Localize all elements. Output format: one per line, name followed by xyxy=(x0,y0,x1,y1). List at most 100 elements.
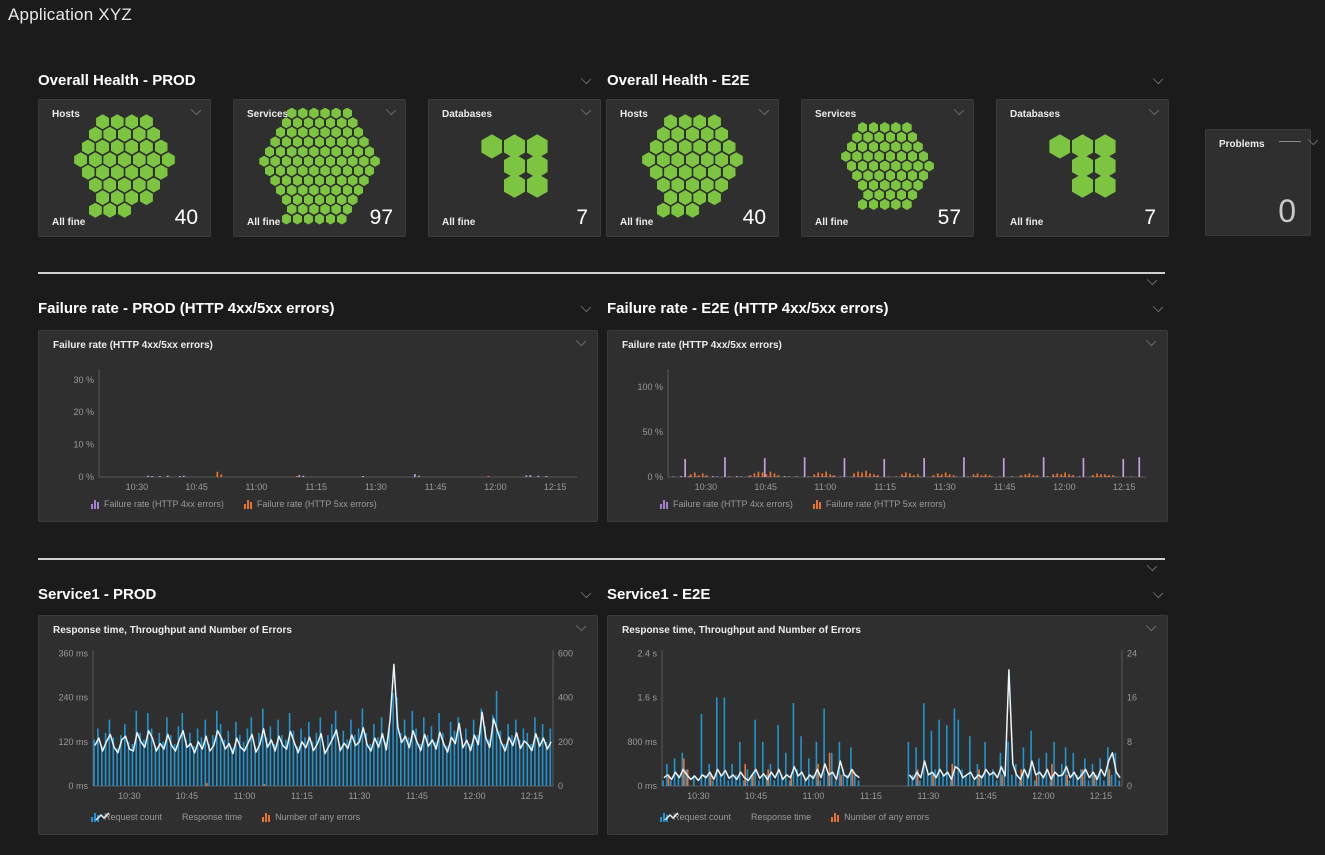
hexagon xyxy=(1095,174,1116,198)
chevron-down-icon[interactable] xyxy=(1153,588,1163,598)
hexagon xyxy=(880,180,890,191)
chart-tile-failure-e2e[interactable]: Failure rate (HTTP 4xx/5xx errors) 0 %50… xyxy=(607,330,1168,522)
chart-tile-service-prod[interactable]: Response time, Throughput and Number of … xyxy=(38,615,598,835)
svg-text:10:45: 10:45 xyxy=(176,791,199,801)
count-value: 7 xyxy=(576,207,588,228)
count-value: 40 xyxy=(175,207,198,228)
hexagon xyxy=(886,170,896,181)
legend-item[interactable]: Number of any errors xyxy=(262,812,360,822)
legend-item[interactable]: Failure rate (HTTP 5xx errors) xyxy=(244,499,377,509)
hexagon xyxy=(125,190,138,205)
hexagon xyxy=(908,189,918,200)
hexagon xyxy=(863,151,873,162)
hexagon xyxy=(686,178,699,193)
hexagon xyxy=(886,132,896,143)
section-title: Failure rate - PROD (HTTP 4xx/5xx errors… xyxy=(38,300,335,317)
hexagon xyxy=(908,132,918,143)
tile-services-prod[interactable]: Services All fine97 xyxy=(233,99,406,237)
tile-problems[interactable]: Problems 0 xyxy=(1205,129,1311,236)
hexagon xyxy=(276,127,286,138)
hexagon xyxy=(348,156,358,167)
svg-text:10:45: 10:45 xyxy=(754,482,777,492)
hexagon xyxy=(276,185,286,196)
chevron-down-icon[interactable] xyxy=(1307,135,1317,145)
legend-item[interactable]: Failure rate (HTTP 5xx errors) xyxy=(813,499,946,509)
hexagon xyxy=(504,174,525,198)
hexagon xyxy=(701,152,714,167)
chevron-down-icon[interactable] xyxy=(1153,302,1163,312)
svg-text:12:00: 12:00 xyxy=(1032,791,1055,801)
legend-item[interactable]: Failure rate (HTTP 4xx errors) xyxy=(91,499,224,509)
hexagon xyxy=(715,127,728,142)
chart-title: Failure rate (HTTP 4xx/5xx errors) xyxy=(622,340,782,351)
hexagon xyxy=(265,165,275,176)
legend-item[interactable]: Number of any errors xyxy=(831,812,929,822)
legend-item[interactable]: Failure rate (HTTP 4xx errors) xyxy=(660,499,793,509)
legend-label: Request count xyxy=(104,812,162,822)
hexagon xyxy=(847,141,857,152)
hexagon xyxy=(259,156,269,167)
tile-services-e2e[interactable]: Services All fine57 xyxy=(801,99,974,237)
chevron-down-icon[interactable] xyxy=(581,74,591,84)
svg-text:10:30: 10:30 xyxy=(118,791,141,801)
chevron-down-icon[interactable] xyxy=(581,302,591,312)
chevron-down-icon[interactable] xyxy=(759,105,769,115)
chart-title: Failure rate (HTTP 4xx/5xx errors) xyxy=(53,340,213,351)
legend-item[interactable]: Response time xyxy=(182,812,242,822)
hexagon xyxy=(315,194,325,205)
hexagon xyxy=(343,185,353,196)
hexagon xyxy=(902,180,912,191)
hexagon xyxy=(111,190,124,205)
hexagon xyxy=(869,180,879,191)
hexagon xyxy=(337,136,347,147)
hexagon xyxy=(304,136,314,147)
svg-text:0: 0 xyxy=(1127,781,1132,791)
chevron-down-icon[interactable] xyxy=(1147,275,1157,285)
legend-label: Number of any errors xyxy=(275,812,360,822)
bar-chart-icon xyxy=(262,812,270,822)
chevron-down-icon[interactable] xyxy=(1146,621,1156,631)
hexagon xyxy=(880,141,890,152)
hexagon xyxy=(298,165,308,176)
hexagon xyxy=(320,127,330,138)
legend-item[interactable]: Response time xyxy=(751,812,811,822)
legend-label: Failure rate (HTTP 5xx errors) xyxy=(257,499,377,509)
svg-text:12:00: 12:00 xyxy=(484,482,507,492)
hexagon xyxy=(140,190,153,205)
chevron-down-icon[interactable] xyxy=(386,105,396,115)
hexagon xyxy=(287,146,297,157)
hexagon xyxy=(309,165,319,176)
tile-hosts-e2e[interactable]: Hosts All fine40 xyxy=(606,99,779,237)
hexagon xyxy=(74,152,87,167)
chevron-down-icon[interactable] xyxy=(581,105,591,115)
svg-text:11:45: 11:45 xyxy=(975,791,997,801)
legend-label: Response time xyxy=(182,812,242,822)
chart-tile-service-e2e[interactable]: Response time, Throughput and Number of … xyxy=(607,615,1168,835)
section-title: Service1 - E2E xyxy=(607,586,710,603)
chevron-down-icon[interactable] xyxy=(1153,74,1163,84)
svg-text:11:45: 11:45 xyxy=(406,791,428,801)
chevron-down-icon[interactable] xyxy=(1146,336,1156,346)
chevron-down-icon[interactable] xyxy=(576,621,586,631)
chevron-down-icon[interactable] xyxy=(191,105,201,115)
hexagon xyxy=(693,140,706,155)
svg-text:10:30: 10:30 xyxy=(687,791,710,801)
svg-text:11:45: 11:45 xyxy=(994,482,1016,492)
chevron-down-icon[interactable] xyxy=(1147,561,1157,571)
tile-hosts-prod[interactable]: Hosts All fine40 xyxy=(38,99,211,237)
chevron-down-icon[interactable] xyxy=(1149,105,1159,115)
svg-text:12:15: 12:15 xyxy=(1090,791,1113,801)
svg-text:11:00: 11:00 xyxy=(233,791,255,801)
chevron-down-icon[interactable] xyxy=(576,336,586,346)
chevron-down-icon[interactable] xyxy=(581,588,591,598)
chart-tile-failure-prod[interactable]: Failure rate (HTTP 4xx/5xx errors) 0 %10… xyxy=(38,330,598,522)
hexagon xyxy=(365,165,375,176)
chevron-down-icon[interactable] xyxy=(954,105,964,115)
section-divider xyxy=(38,272,1165,274)
tile-databases-e2e[interactable]: Databases All fine7 xyxy=(996,99,1169,237)
hexagon xyxy=(89,152,102,167)
hexagon xyxy=(293,136,303,147)
tile-databases-prod[interactable]: Databases All fine7 xyxy=(428,99,601,237)
hexagon xyxy=(657,127,670,142)
chart-legend: Request count Response time Number of any … xyxy=(91,812,360,822)
